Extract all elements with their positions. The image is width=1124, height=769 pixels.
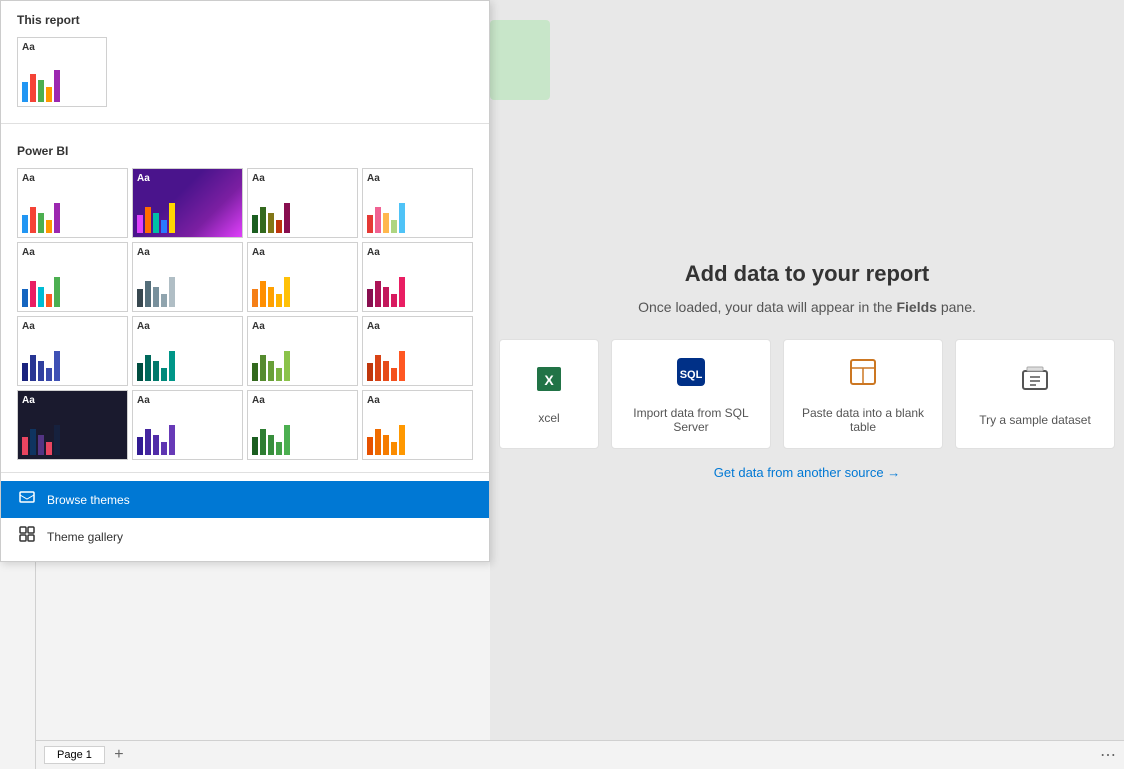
customize-theme-item[interactable]: Customize current theme — [1, 555, 489, 561]
page-tab-1[interactable]: Page 1 — [44, 746, 105, 764]
pbi-theme-2[interactable]: Aa — [132, 168, 243, 238]
sql-icon: SQL — [673, 354, 709, 398]
add-data-title: Add data to your report — [685, 261, 929, 287]
excel-card[interactable]: X xcel — [499, 339, 599, 449]
pbi-theme-14[interactable]: Aa — [132, 390, 243, 460]
canvas-background: Add data to your report Once loaded, you… — [490, 0, 1124, 740]
this-report-label: This report — [1, 1, 489, 33]
main-area: This report Aa Power BI — [0, 157, 1124, 769]
sample-dataset-icon — [1017, 361, 1053, 405]
power-bi-label: Power BI — [1, 132, 489, 164]
theme-gallery-label: Theme gallery — [47, 530, 123, 544]
get-data-link[interactable]: Get data from another source → — [714, 465, 900, 480]
svg-text:SQL: SQL — [680, 369, 703, 381]
pbi-theme-5[interactable]: Aa — [17, 242, 128, 312]
pbi-theme-6[interactable]: Aa — [132, 242, 243, 312]
pbi-theme-12[interactable]: Aa — [362, 316, 473, 386]
this-report-theme-1[interactable]: Aa — [17, 37, 107, 107]
canvas-hint-card — [490, 20, 550, 100]
pbi-theme-16[interactable]: Aa — [362, 390, 473, 460]
panel-divider-2 — [1, 472, 489, 473]
page-tabs-more-button[interactable]: ⋯ — [1100, 745, 1116, 765]
pbi-theme-9[interactable]: Aa — [17, 316, 128, 386]
browse-themes-item[interactable]: Browse themes — [1, 481, 489, 518]
theme-panel: This report Aa Power BI — [0, 0, 490, 562]
blank-table-card[interactable]: Paste data into a blank table — [783, 339, 943, 449]
add-data-section: Add data to your report Once loaded, you… — [499, 261, 1115, 480]
browse-themes-label: Browse themes — [47, 493, 130, 507]
pbi-theme-1[interactable]: Aa — [17, 168, 128, 238]
theme-gallery-item[interactable]: Theme gallery — [1, 518, 489, 555]
sql-server-card[interactable]: SQL Import data from SQL Server — [611, 339, 771, 449]
data-source-grid: X xcel SQL Import data from SQL Server P… — [499, 339, 1115, 449]
sample-dataset-card[interactable]: Try a sample dataset — [955, 339, 1115, 449]
svg-text:X: X — [544, 372, 554, 388]
excel-icon: X — [533, 363, 565, 403]
add-page-button[interactable]: + — [109, 745, 129, 765]
blank-table-icon — [845, 354, 881, 398]
panel-divider-1 — [1, 123, 489, 124]
add-data-subtitle: Once loaded, your data will appear in th… — [638, 299, 976, 315]
pbi-theme-4[interactable]: Aa — [362, 168, 473, 238]
page-tabs: Page 1 + ⋯ — [36, 740, 1124, 768]
pbi-theme-11[interactable]: Aa — [247, 316, 358, 386]
browse-themes-icon — [17, 489, 37, 510]
pbi-theme-7[interactable]: Aa — [247, 242, 358, 312]
power-bi-themes-grid: Aa Aa Aa Aa Aa — [1, 164, 489, 464]
pbi-theme-8[interactable]: Aa — [362, 242, 473, 312]
pbi-theme-15[interactable]: Aa — [247, 390, 358, 460]
pbi-theme-3[interactable]: Aa — [247, 168, 358, 238]
pbi-theme-10[interactable]: Aa — [132, 316, 243, 386]
pbi-theme-13[interactable]: Aa — [17, 390, 128, 460]
this-report-themes: Aa — [1, 33, 489, 115]
theme-gallery-icon — [17, 526, 37, 547]
